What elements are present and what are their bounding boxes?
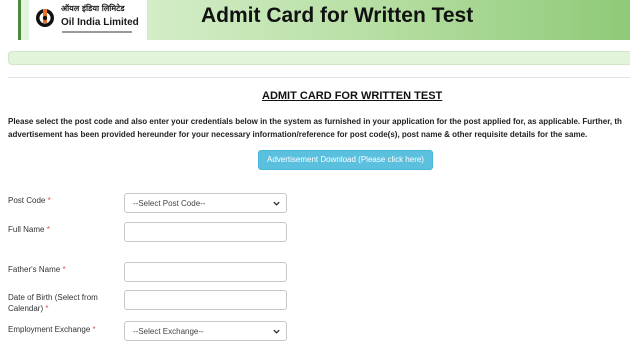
chevron-down-icon bbox=[273, 201, 280, 206]
post-code-select[interactable]: --Select Post Code-- bbox=[124, 193, 287, 213]
advertisement-download-button[interactable]: Advertisement Download (Please click her… bbox=[258, 150, 433, 170]
admit-card-page: ऑयल इंडिया लिमिटेड Oil India Limited Adm… bbox=[0, 0, 630, 351]
required-marker: * bbox=[92, 325, 96, 334]
section-title: ADMIT CARD FOR WRITTEN TEST bbox=[262, 90, 443, 102]
fathers-name-label-text: Father's Name bbox=[8, 265, 61, 274]
full-name-input[interactable] bbox=[124, 222, 287, 242]
dob-label: Date of Birth (Select from Calendar) * bbox=[8, 292, 98, 314]
dob-label-line-2: Calendar) bbox=[8, 304, 44, 313]
required-marker: * bbox=[47, 196, 51, 205]
post-code-label: Post Code * bbox=[8, 195, 51, 206]
fathers-name-label: Father's Name * bbox=[8, 264, 66, 275]
oil-india-emblem-icon bbox=[36, 9, 54, 27]
divider bbox=[8, 77, 630, 78]
dob-input[interactable] bbox=[124, 290, 287, 310]
employment-exchange-label: Employment Exchange * bbox=[8, 324, 96, 335]
full-name-label-text: Full Name bbox=[8, 225, 45, 234]
dob-label-line-1: Date of Birth (Select from bbox=[8, 293, 98, 302]
required-marker: * bbox=[46, 225, 50, 234]
instructions-line-2: advertisement has been provided hereunde… bbox=[8, 130, 588, 139]
post-code-label-text: Post Code bbox=[8, 196, 46, 205]
oil-india-logo: ऑयल इंडिया लिमिटेड Oil India Limited bbox=[29, 0, 147, 40]
post-code-selected-value: --Select Post Code-- bbox=[133, 199, 206, 208]
logo-company-name: Oil India Limited bbox=[61, 17, 139, 28]
page-title: Admit Card for Written Test bbox=[201, 4, 474, 27]
header-banner: ऑयल इंडिया लिमिटेड Oil India Limited Adm… bbox=[18, 0, 630, 40]
fathers-name-input[interactable] bbox=[124, 262, 287, 282]
required-marker: * bbox=[62, 265, 66, 274]
notice-bar bbox=[8, 51, 630, 65]
instructions-text: Please select the post code and also ent… bbox=[8, 115, 630, 141]
dob-label-line-2-wrap: Calendar) * bbox=[8, 303, 98, 314]
logo-hindi-text: ऑयल इंडिया लिमिटेड bbox=[61, 4, 125, 13]
required-marker: * bbox=[45, 304, 49, 313]
employment-exchange-select[interactable]: --Select Exchange-- bbox=[124, 321, 287, 341]
employment-exchange-selected-value: --Select Exchange-- bbox=[133, 327, 204, 336]
employment-exchange-label-text: Employment Exchange bbox=[8, 325, 91, 334]
full-name-label: Full Name * bbox=[8, 224, 50, 235]
chevron-down-icon bbox=[273, 329, 280, 334]
logo-tagline-rule bbox=[62, 31, 132, 33]
instructions-line-1: Please select the post code and also ent… bbox=[8, 117, 622, 126]
